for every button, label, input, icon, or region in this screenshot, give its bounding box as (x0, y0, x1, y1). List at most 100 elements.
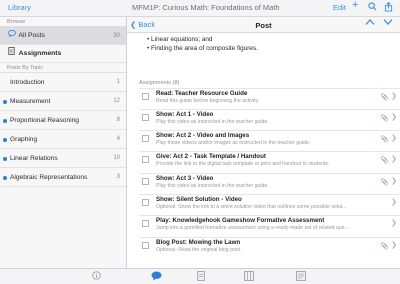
document-icon (8, 45, 17, 63)
tab-assignments[interactable] (197, 271, 205, 284)
chevron-right-icon: ❯ (391, 178, 397, 185)
top-bar: Library MFM1P: Curious Math: Foundations… (0, 0, 400, 17)
sidebar-topic-introduction[interactable]: Introduction 1 (0, 73, 126, 92)
paperclip-icon: 📎 (380, 157, 389, 164)
assignment-row[interactable]: Show: Silent Solution - Video Optional: … (139, 194, 400, 211)
topic-count: 4 (116, 136, 120, 142)
assignment-subtitle: Play this video as instructed in the tea… (156, 183, 269, 189)
bullet-text: Finding the area of composite figures. (151, 45, 258, 52)
browse-header: Browse (0, 17, 126, 27)
assignment-subtitle: Play this video as instructed in the tea… (156, 119, 269, 125)
assignment-title: Play: Knowledgehook Gameshow Formative A… (156, 217, 325, 224)
bullet-item: • Linear equations; and (147, 36, 213, 43)
assignment-subtitle: Optional: Read the original blog post. (156, 247, 242, 253)
topic-label: Algebraic Representations (10, 174, 88, 181)
search-icon[interactable] (368, 2, 377, 13)
assignment-subtitle: Optional: Show the link to a silent solu… (156, 204, 347, 210)
bullet-text: Linear equations; and (151, 36, 213, 43)
topic-label: Measurement (10, 98, 51, 105)
assignment-subtitle: Read this guide before beginning the act… (156, 98, 260, 104)
topic-dot (3, 156, 7, 161)
topic-label: Proportional Reasoning (10, 117, 79, 124)
assignment-row[interactable]: Read: Teacher Resource Guide Read this g… (139, 88, 400, 105)
assignment-title: Show: Act 2 - Video and Images (156, 132, 250, 139)
page-title: Post (255, 21, 272, 30)
assignment-checkbox[interactable] (142, 135, 149, 142)
topic-count: 12 (113, 98, 120, 104)
share-icon[interactable] (384, 1, 393, 14)
post-content: • Linear equations; and • Finding the ar… (127, 33, 400, 268)
post-count: 30 (113, 33, 120, 39)
add-icon[interactable]: + (352, 0, 358, 11)
paperclip-icon: 📎 (380, 136, 389, 143)
assignment-subtitle: Jump into a gamified formative assessmen… (156, 225, 349, 231)
assignment-title: Read: Teacher Resource Guide (156, 90, 248, 97)
assignment-title: Give: Act 2 - Task Template / Handout (156, 153, 266, 160)
topic-label: Introduction (10, 79, 45, 86)
assignment-row[interactable]: Show: Act 2 - Video and Images Play thes… (139, 130, 400, 147)
chevron-right-icon: ❯ (391, 220, 397, 227)
assignment-row[interactable]: Show: Act 3 - Video Play this video as i… (139, 173, 400, 190)
assignment-subtitle: Provide the link to the digital task tem… (156, 161, 330, 167)
library-button[interactable]: Library (8, 3, 31, 12)
tab-posts[interactable] (151, 271, 162, 284)
topic-header: Posts By Topic (0, 63, 126, 73)
paperclip-icon: 📎 (380, 179, 389, 186)
sidebar-item-label: All Posts (18, 32, 45, 39)
paperclip-icon: 📎 (380, 94, 389, 101)
paperclip-icon: 📎 (380, 115, 389, 122)
sidebar-item-label: Assignments (18, 50, 62, 57)
topic-dot (3, 99, 7, 104)
edit-button[interactable]: Edit (333, 3, 346, 12)
tab-bar (0, 268, 400, 284)
chevron-right-icon: ❯ (391, 199, 397, 206)
assignment-checkbox[interactable] (142, 156, 149, 163)
assignment-row[interactable]: Show: Act 1 - Video Play this video as i… (139, 109, 400, 126)
assignment-row[interactable]: Blog Post: Mowing the Lawn Optional: Rea… (139, 237, 400, 254)
tab-materials[interactable] (244, 271, 254, 284)
chevron-right-icon: ❯ (391, 135, 397, 142)
course-title: MFM1P: Curious Math: Foundations of Math (132, 3, 280, 12)
chevron-right-icon: ❯ (391, 114, 397, 121)
paperclip-icon: 📎 (380, 243, 389, 250)
assignment-row[interactable]: Play: Knowledgehook Gameshow Formative A… (139, 215, 400, 232)
topic-label: Graphing (10, 136, 38, 143)
assignment-title: Show: Act 3 - Video (156, 175, 214, 182)
tab-info[interactable] (92, 271, 101, 283)
assignments-header: Assignments (8) (139, 80, 180, 86)
sidebar-topic-graphing[interactable]: Graphing 4 (0, 130, 126, 149)
assignment-title: Show: Act 1 - Video (156, 111, 214, 118)
topic-dot (3, 118, 7, 123)
topic-count: 1 (116, 79, 120, 85)
tab-notes[interactable] (296, 271, 306, 284)
assignment-subtitle: Play these videos and/or images as instr… (156, 140, 311, 146)
chevron-up-icon[interactable] (365, 18, 375, 30)
chevron-right-icon: ❯ (391, 93, 397, 100)
chevron-down-icon[interactable] (383, 18, 393, 30)
topic-dot (3, 137, 7, 142)
assignment-checkbox[interactable] (142, 93, 149, 100)
assignment-checkbox[interactable] (142, 220, 149, 227)
assignment-row[interactable]: Give: Act 2 - Task Template / Handout Pr… (139, 151, 400, 168)
sidebar-topic-linear-relations[interactable]: Linear Relations 10 (0, 149, 126, 168)
sidebar-topic-proportional-reasoning[interactable]: Proportional Reasoning 8 (0, 111, 126, 130)
sidebar-topic-measurement[interactable]: Measurement 12 (0, 92, 126, 111)
post-header: ❮ Back Post (127, 17, 400, 33)
sidebar-item-all-posts[interactable]: All Posts 30 (0, 27, 126, 45)
sidebar-topic-algebraic-representations[interactable]: Algebraic Representations 3 (0, 168, 126, 187)
assignment-checkbox[interactable] (142, 178, 149, 185)
assignment-checkbox[interactable] (142, 242, 149, 249)
sidebar: Browse All Posts 30 Assignments Posts By… (0, 17, 127, 268)
bullet-item: • Finding the area of composite figures. (147, 45, 258, 52)
assignment-title: Blog Post: Mowing the Lawn (156, 239, 241, 246)
topic-count: 10 (113, 155, 120, 161)
speech-bubble-icon (8, 27, 17, 45)
topic-label: Linear Relations (10, 155, 58, 162)
chevron-right-icon: ❯ (391, 156, 397, 163)
topic-count: 8 (116, 117, 120, 123)
chevron-right-icon: ❯ (391, 242, 397, 249)
sidebar-item-assignments[interactable]: Assignments (0, 45, 126, 63)
assignment-checkbox[interactable] (142, 114, 149, 121)
assignment-title: Show: Silent Solution - Video (156, 196, 242, 203)
assignment-checkbox[interactable] (142, 199, 149, 206)
